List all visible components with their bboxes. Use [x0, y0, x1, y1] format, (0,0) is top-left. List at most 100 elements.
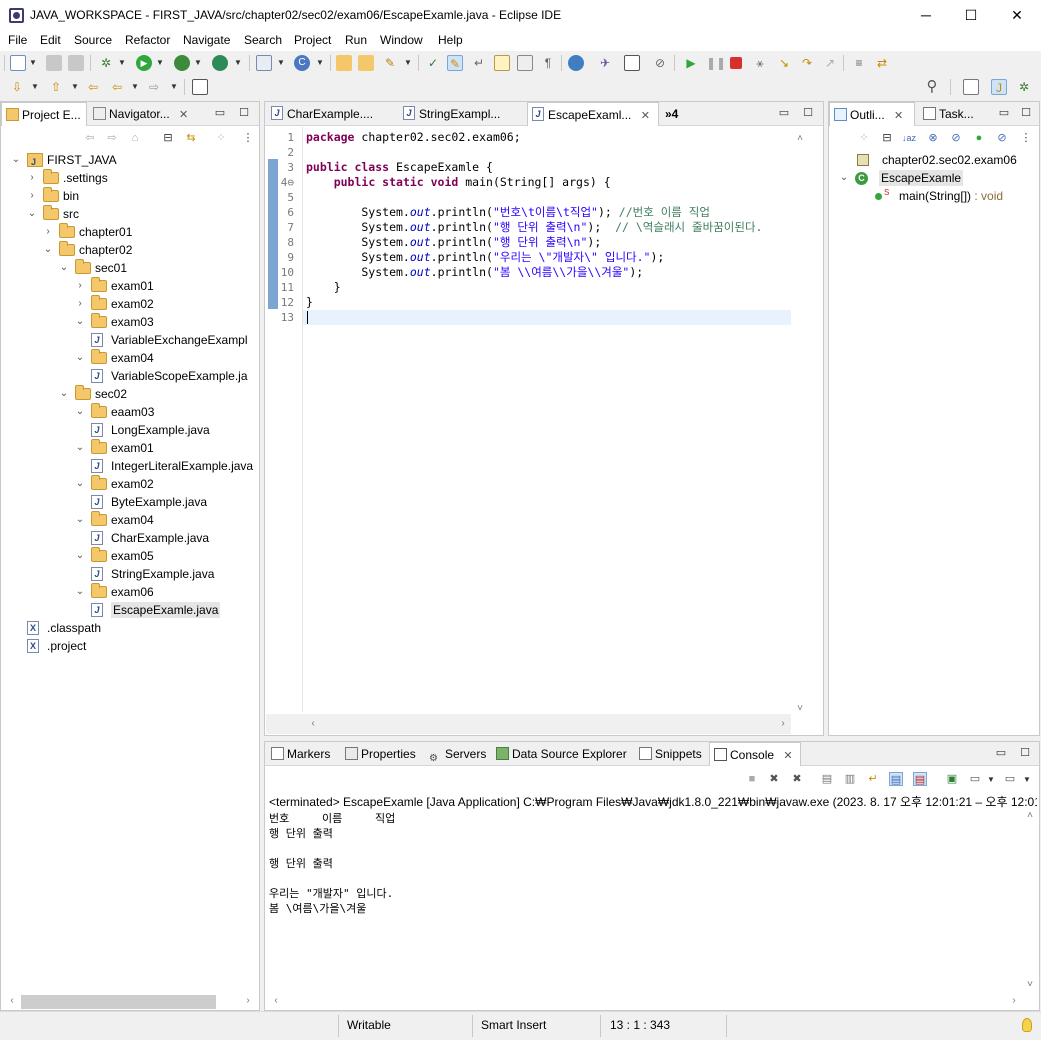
- outline-method[interactable]: S main(String[]) : void: [875, 187, 1003, 205]
- link-with-editor-icon[interactable]: ⇆: [184, 131, 198, 145]
- globe-icon[interactable]: [568, 55, 584, 71]
- debug-perspective-icon[interactable]: ✲: [1016, 79, 1032, 95]
- run-last-icon[interactable]: ⇄: [874, 55, 890, 71]
- word-wrap-console-icon[interactable]: ↵: [866, 772, 880, 786]
- scroll-right-icon[interactable]: ›: [241, 994, 255, 1008]
- collapse-all-icon[interactable]: ⊟: [880, 131, 894, 145]
- java-perspective-icon[interactable]: J: [991, 79, 1007, 95]
- terminate-console-icon[interactable]: ■: [745, 772, 759, 786]
- debug-icon[interactable]: ✲: [98, 55, 114, 71]
- minimize-view-icon[interactable]: ▭: [994, 746, 1008, 760]
- disconnect-icon[interactable]: ⚹: [752, 55, 768, 71]
- new-class-icon[interactable]: C: [294, 55, 310, 71]
- tree-folder-item[interactable]: ⌄ chapter02: [43, 241, 132, 259]
- collapse-toggle-icon[interactable]: ⌄: [75, 403, 85, 421]
- scroll-left-icon[interactable]: ‹: [5, 994, 19, 1008]
- tree-file-item[interactable]: J ByteExample.java: [91, 493, 207, 511]
- menu-window[interactable]: Window: [380, 33, 423, 47]
- tree-folder-item[interactable]: ⌄ exam06: [75, 583, 154, 601]
- tree-folder-item[interactable]: › exam02: [75, 295, 154, 313]
- collapse-all-icon[interactable]: ⊟: [161, 131, 175, 145]
- toggle-comment-icon[interactable]: ✓: [425, 55, 441, 71]
- scroll-left-icon[interactable]: ‹: [269, 994, 283, 1008]
- tab-properties[interactable]: Properties: [341, 742, 416, 766]
- console-output[interactable]: 번호 이름 직업 행 단위 출력 행 단위 출력 우리는 "개발자" 입니다. 봄 \여…: [265, 809, 1025, 994]
- view-menu-icon[interactable]: ⋮: [241, 131, 255, 145]
- menu-refactor[interactable]: Refactor: [125, 33, 170, 47]
- maximize-view-icon[interactable]: ☐: [1018, 746, 1032, 760]
- tab-task-list[interactable]: Task...: [919, 102, 989, 126]
- new-class-dropdown-icon[interactable]: ▼: [316, 55, 324, 71]
- close-button[interactable]: ✕: [994, 0, 1040, 31]
- expand-toggle-icon[interactable]: ›: [43, 223, 53, 241]
- terminate-icon[interactable]: [730, 57, 742, 69]
- open-console-icon[interactable]: ▭: [1003, 772, 1017, 786]
- new-dropdown-icon[interactable]: ▼: [29, 55, 37, 71]
- tab-markers[interactable]: Markers: [267, 742, 330, 766]
- forward-icon[interactable]: ⇨: [146, 79, 162, 95]
- minimize-button[interactable]: ─: [903, 0, 949, 31]
- nav-home-icon[interactable]: ⌂: [128, 131, 142, 145]
- resume-icon[interactable]: ▶: [683, 55, 699, 71]
- console-view-icon[interactable]: [624, 55, 640, 71]
- hide-static-icon[interactable]: ⊘: [949, 131, 963, 145]
- minimize-view-icon[interactable]: ▭: [997, 106, 1011, 120]
- scroll-down-icon[interactable]: ˅: [1023, 978, 1037, 992]
- menu-source[interactable]: Source: [74, 33, 112, 47]
- tree-file-item[interactable]: J IntegerLiteralExample.java: [91, 457, 253, 475]
- collapse-toggle-icon[interactable]: ⌄: [75, 511, 85, 529]
- back-dropdown-icon[interactable]: ▼: [131, 79, 139, 95]
- next-annotation-dropdown-icon[interactable]: ▼: [31, 79, 39, 95]
- tree-file-item[interactable]: J LongExample.java: [91, 421, 210, 439]
- tree-folder-item[interactable]: ⌄ FIRST_JAVA: [11, 151, 117, 171]
- tab-servers[interactable]: ⚙ Servers: [425, 742, 486, 766]
- run-dropdown-icon[interactable]: ▼: [156, 55, 164, 71]
- last-edit-location-icon[interactable]: ⇦: [85, 79, 101, 95]
- tree-folder-item[interactable]: ⌄ exam05: [75, 547, 154, 565]
- minimize-view-icon[interactable]: ▭: [213, 106, 227, 120]
- horizontal-scrollbar-thumb[interactable]: [21, 995, 216, 1009]
- lightbulb-icon[interactable]: [1022, 1018, 1032, 1032]
- tab-console[interactable]: Console ✕: [709, 742, 801, 766]
- tree-folder-item[interactable]: ⌄ exam01: [75, 439, 154, 457]
- tree-file-item[interactable]: J EscapeExamle.java: [91, 601, 221, 619]
- collapse-toggle-icon[interactable]: ⌄: [75, 349, 85, 367]
- tree-folder-item[interactable]: › exam01: [75, 277, 154, 295]
- tree-file-item[interactable]: J VariableScopeExample.ja: [91, 367, 248, 385]
- new-java-project-icon[interactable]: [256, 55, 272, 71]
- maximize-view-icon[interactable]: ☐: [1019, 106, 1033, 120]
- tree-folder-item[interactable]: › bin: [27, 187, 79, 205]
- external-tools-dropdown-icon[interactable]: ▼: [234, 55, 242, 71]
- pin-editor-icon[interactable]: [192, 79, 208, 95]
- tree-folder-item[interactable]: ⌄ exam02: [75, 475, 154, 493]
- expand-toggle-icon[interactable]: ›: [75, 277, 85, 295]
- pin-console-icon[interactable]: ▣: [945, 772, 959, 786]
- menu-navigate[interactable]: Navigate: [183, 33, 230, 47]
- menu-help[interactable]: Help: [438, 33, 463, 47]
- collapse-toggle-icon[interactable]: ⌄: [75, 313, 85, 331]
- mark-occurrences-icon[interactable]: ✎: [447, 55, 463, 71]
- debug-dropdown-icon[interactable]: ▼: [118, 55, 126, 71]
- editor-horizontal-scrollbar[interactable]: ‹ ›: [266, 714, 791, 734]
- collapse-toggle-icon[interactable]: ⌄: [11, 151, 21, 169]
- maximize-button[interactable]: ☐: [948, 0, 994, 31]
- skip-breakpoints-icon[interactable]: ⊘: [652, 55, 668, 71]
- tree-folder-item[interactable]: ⌄ eaam03: [75, 403, 154, 421]
- search-dropdown-icon[interactable]: ▼: [404, 55, 412, 71]
- minimize-view-icon[interactable]: ▭: [777, 106, 791, 120]
- maximize-view-icon[interactable]: ☐: [801, 106, 815, 120]
- save-all-icon[interactable]: [68, 55, 84, 71]
- menu-edit[interactable]: Edit: [40, 33, 61, 47]
- focus-icon[interactable]: ⁘: [857, 131, 871, 145]
- collapse-toggle-icon[interactable]: ⌄: [59, 385, 69, 403]
- tree-folder-item[interactable]: ⌄ exam04: [75, 511, 154, 529]
- remove-all-terminated-icon[interactable]: ✖: [790, 772, 804, 786]
- editor-tab-overflow[interactable]: »4: [661, 102, 678, 126]
- remove-launch-icon[interactable]: ✖: [767, 772, 781, 786]
- clear-console-icon[interactable]: ▤: [820, 772, 834, 786]
- quick-access-search-icon[interactable]: ⚲: [924, 79, 940, 95]
- collapse-toggle-icon[interactable]: ⌄: [59, 259, 69, 277]
- scroll-right-icon[interactable]: ›: [776, 717, 790, 731]
- scroll-up-icon[interactable]: ˄: [1023, 809, 1037, 823]
- filters-icon[interactable]: ⁘: [214, 131, 228, 145]
